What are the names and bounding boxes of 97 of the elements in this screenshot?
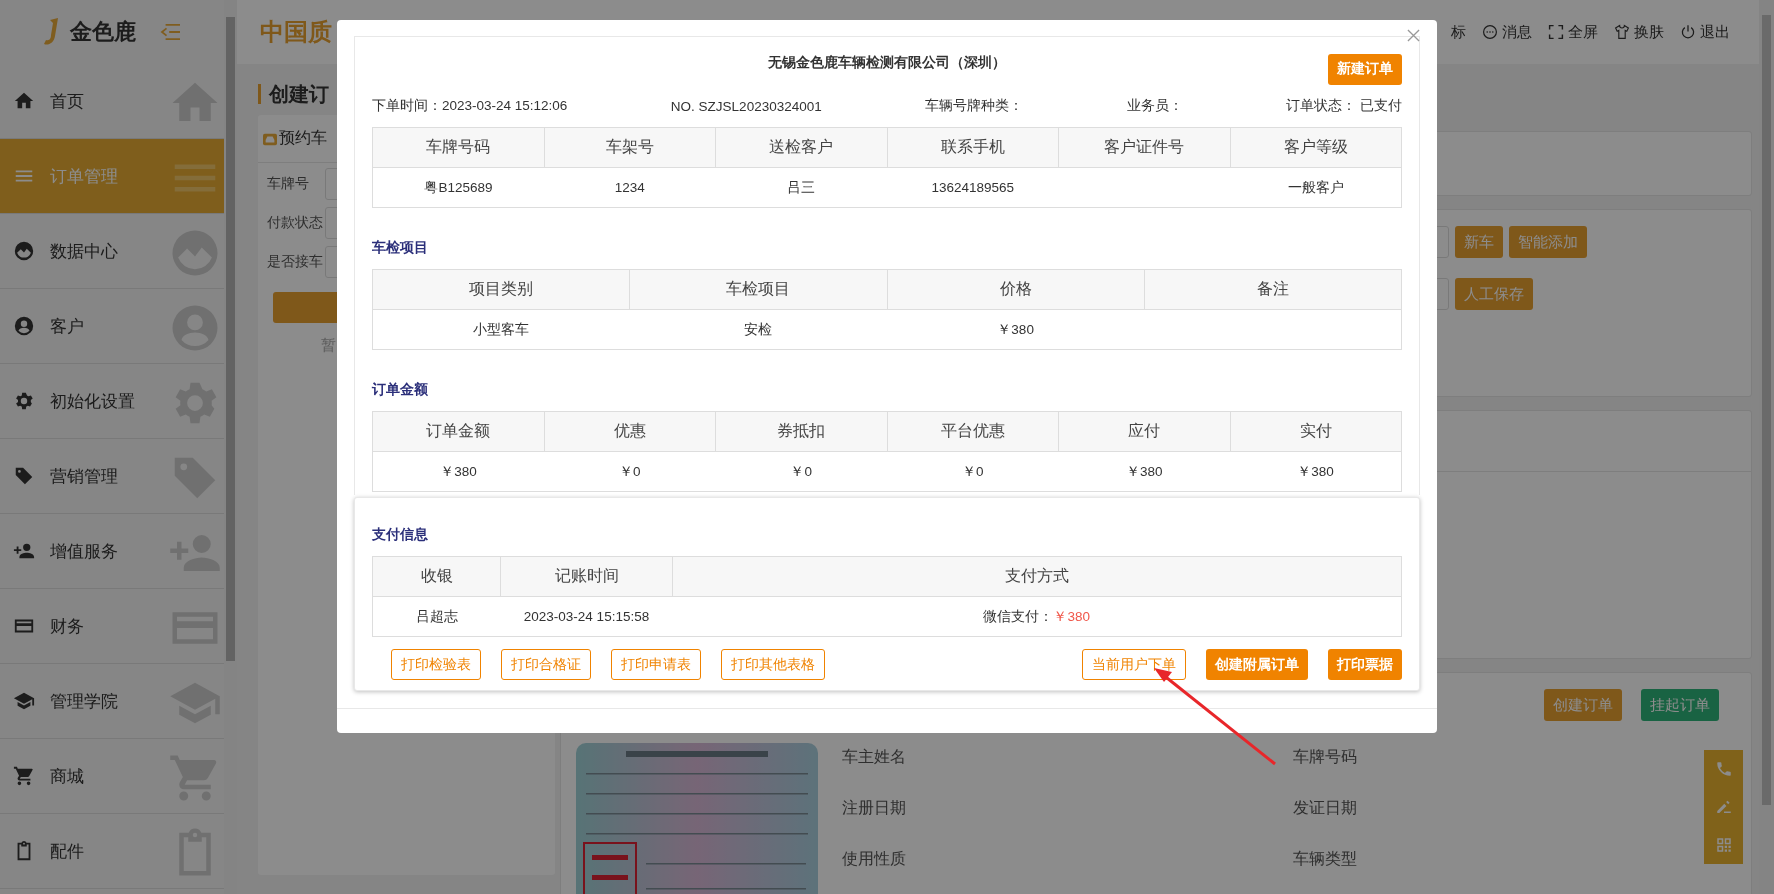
header-link[interactable]: 全屏 bbox=[1548, 22, 1598, 42]
car-icon bbox=[263, 131, 277, 146]
table-cell: 吕超志 bbox=[415, 608, 458, 624]
sidebar-item[interactable]: 商城 bbox=[0, 739, 224, 814]
phone-icon[interactable] bbox=[1714, 760, 1733, 778]
column-header: 应付 bbox=[1058, 411, 1230, 452]
collapse-icon[interactable] bbox=[160, 23, 182, 41]
power-icon bbox=[1680, 24, 1696, 40]
field-label: 车主姓名 bbox=[842, 747, 907, 767]
column-header: 车架号 bbox=[544, 127, 716, 168]
header-link[interactable]: 消息 bbox=[1482, 22, 1532, 42]
table-cell: ￥380 bbox=[1297, 463, 1334, 479]
sidebar-item[interactable]: 初始化设置 bbox=[0, 364, 224, 439]
table-cell: 吕三 bbox=[787, 179, 816, 195]
column-header: 实付 bbox=[1230, 411, 1402, 452]
header-link[interactable]: 标 bbox=[1451, 22, 1466, 42]
chart-icon bbox=[13, 240, 35, 262]
order-info: 下单时间：2023-03-24 15:12:06 bbox=[372, 97, 568, 115]
table-cell: ￥0 bbox=[962, 463, 984, 479]
column-header: 支付方式 bbox=[672, 556, 1402, 597]
column-header: 收银 bbox=[372, 556, 501, 597]
print-button[interactable]: 打印其他表格 bbox=[721, 649, 825, 680]
chat-icon bbox=[1482, 24, 1498, 40]
column-header: 送检客户 bbox=[715, 127, 887, 168]
gear-icon bbox=[13, 390, 35, 412]
cart-icon bbox=[13, 765, 35, 787]
column-header: 券抵扣 bbox=[715, 411, 887, 452]
payment-method: 微信支付： bbox=[983, 608, 1054, 624]
column-header: 优惠 bbox=[544, 411, 716, 452]
print-button[interactable]: 打印检验表 bbox=[391, 649, 481, 680]
sidebar-item[interactable]: 财务 bbox=[0, 589, 224, 664]
table-cell: ￥380 bbox=[997, 321, 1034, 337]
column-header: 记账时间 bbox=[500, 556, 673, 597]
print-button[interactable]: 打印合格证 bbox=[501, 649, 591, 680]
action-button[interactable]: 当前用户下单 bbox=[1082, 649, 1186, 680]
field-label: 注册日期 bbox=[842, 798, 907, 818]
company-name: 无锡金色鹿车辆检测有限公司（深圳） bbox=[768, 54, 1006, 72]
close-icon[interactable] bbox=[1407, 29, 1420, 42]
column-header: 车牌号码 bbox=[372, 127, 544, 168]
site-title: 中国质 bbox=[260, 17, 332, 47]
sidebar-item[interactable]: 客户 bbox=[0, 289, 224, 364]
table-cell: 一般客户 bbox=[1287, 179, 1344, 195]
new-order-button[interactable]: 新建订单 bbox=[1328, 53, 1402, 85]
table-cell: 1234 bbox=[614, 180, 645, 195]
field-label: 车牌号 bbox=[267, 175, 310, 193]
header-link[interactable]: 换肤 bbox=[1614, 22, 1664, 42]
section-title: 支付信息 bbox=[372, 526, 429, 544]
column-header: 订单金额 bbox=[372, 411, 544, 452]
sidebar-item[interactable]: 数据中心 bbox=[0, 214, 224, 289]
sidebar-item[interactable]: 管理学院 bbox=[0, 664, 224, 739]
table-cell: ￥380 bbox=[440, 463, 477, 479]
table-cell: ￥0 bbox=[619, 463, 641, 479]
shirt-icon bbox=[1614, 24, 1630, 40]
column-header: 联系手机 bbox=[887, 127, 1059, 168]
sidebar-item[interactable]: 营销管理 bbox=[0, 439, 224, 514]
field-label: 车牌号码 bbox=[1293, 747, 1357, 767]
section-title: 订单金额 bbox=[372, 381, 429, 399]
table-cell: 粤B125689 bbox=[424, 179, 493, 195]
order-info: 车辆号牌种类： bbox=[925, 97, 1024, 115]
action-button[interactable]: 打印票据 bbox=[1328, 649, 1402, 680]
table-cell: 13624189565 bbox=[931, 180, 1015, 195]
page-title: 创建订 bbox=[269, 81, 329, 107]
table-cell: ￥0 bbox=[790, 463, 812, 479]
edit-icon[interactable] bbox=[1714, 798, 1733, 816]
column-header: 车检项目 bbox=[629, 269, 887, 310]
order-info: 业务员： bbox=[1126, 97, 1183, 115]
tag-icon bbox=[13, 465, 35, 487]
column-header: 价格 bbox=[887, 269, 1145, 310]
action-button[interactable]: 创建附属订单 bbox=[1206, 649, 1308, 680]
table-cell: ￥380 bbox=[1126, 463, 1163, 479]
sidebar-item[interactable]: 增值服务 bbox=[0, 514, 224, 589]
payment-amount: ￥380 bbox=[1053, 608, 1090, 624]
order-info: NO. SZJSL20230324001 bbox=[670, 98, 822, 114]
panel-title: 预约车 bbox=[279, 128, 327, 148]
field-label: 车辆类型 bbox=[1293, 849, 1357, 869]
column-header: 项目类别 bbox=[372, 269, 630, 310]
qr-code-icon[interactable] bbox=[1714, 836, 1733, 854]
order-info: 订单状态： 已支付 bbox=[1286, 97, 1402, 115]
column-header: 客户等级 bbox=[1230, 127, 1402, 168]
logo-text: 金色鹿 bbox=[70, 18, 136, 46]
field-label: 发证日期 bbox=[1293, 798, 1357, 818]
field-label: 使用性质 bbox=[842, 849, 907, 869]
table-cell: 2023-03-24 15:15:58 bbox=[523, 609, 650, 624]
header-link[interactable]: 退出 bbox=[1680, 22, 1730, 42]
field-label: 是否接车 bbox=[267, 253, 324, 271]
column-header: 客户证件号 bbox=[1058, 127, 1230, 168]
table-cell: 安检 bbox=[744, 321, 773, 337]
print-button[interactable]: 打印申请表 bbox=[611, 649, 701, 680]
column-header: 备注 bbox=[1144, 269, 1402, 310]
fullscreen-icon bbox=[1548, 24, 1564, 40]
field-label: 付款状态 bbox=[267, 214, 324, 232]
table-cell: 小型客车 bbox=[473, 321, 530, 337]
sidebar-item[interactable]: 配件 bbox=[0, 814, 224, 889]
column-header: 平台优惠 bbox=[887, 411, 1059, 452]
graduation-cap-icon bbox=[13, 690, 35, 712]
user-icon bbox=[13, 315, 35, 337]
section-title: 车检项目 bbox=[372, 239, 429, 257]
